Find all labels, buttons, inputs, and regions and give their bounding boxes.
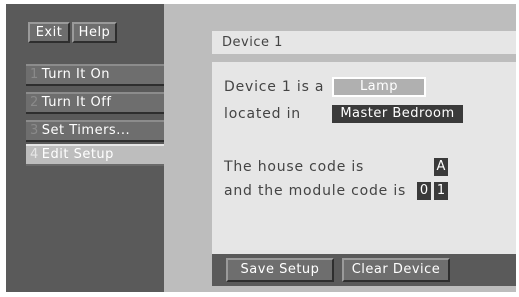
menu-item-number: 3: [30, 123, 39, 138]
house-code-field[interactable]: A: [434, 158, 448, 176]
menu-item-label: Edit Setup: [41, 147, 114, 162]
save-setup-button[interactable]: Save Setup: [226, 258, 334, 282]
location-field[interactable]: Master Bedroom: [332, 105, 463, 123]
menu-item-number: 2: [30, 95, 39, 110]
menu-item-turn-it-off[interactable]: 2 Turn It Off: [26, 92, 186, 114]
action-bar: Save Setup Clear Device: [212, 254, 516, 286]
house-code-label: The house code is: [224, 159, 365, 175]
device-type-field[interactable]: Lamp: [332, 77, 426, 97]
menu-item-label: Set Timers...: [41, 123, 131, 138]
device-type-label: Device 1 is a: [224, 79, 325, 95]
menu-item-number: 4: [30, 147, 39, 162]
menu-item-label: Turn It On: [41, 67, 111, 82]
module-code-digit-1[interactable]: 0: [417, 182, 431, 200]
clear-device-button[interactable]: Clear Device: [342, 258, 450, 282]
main-panel: Device 1 Device 1 is a Lamp located in M…: [164, 4, 516, 292]
location-label: located in: [224, 106, 301, 122]
device-setup-form: Device 1 is a Lamp located in Master Bed…: [212, 62, 516, 254]
module-code-label: and the module code is: [224, 183, 407, 199]
sidebar: Exit Help 1 Turn It On 2 Turn It Off 3 Set …: [6, 4, 188, 292]
x10-setup-window: Exit Help 1 Turn It On 2 Turn It Off 3 Set …: [6, 4, 516, 292]
menu-item-number: 1: [30, 67, 39, 82]
menu-item-turn-it-on[interactable]: 1 Turn It On: [26, 64, 186, 86]
help-button[interactable]: Help: [72, 22, 117, 43]
menu-item-label: Turn It Off: [41, 95, 112, 110]
device-title: Device 1: [212, 31, 516, 54]
module-code-digit-2[interactable]: 1: [434, 182, 448, 200]
exit-button[interactable]: Exit: [28, 22, 70, 43]
